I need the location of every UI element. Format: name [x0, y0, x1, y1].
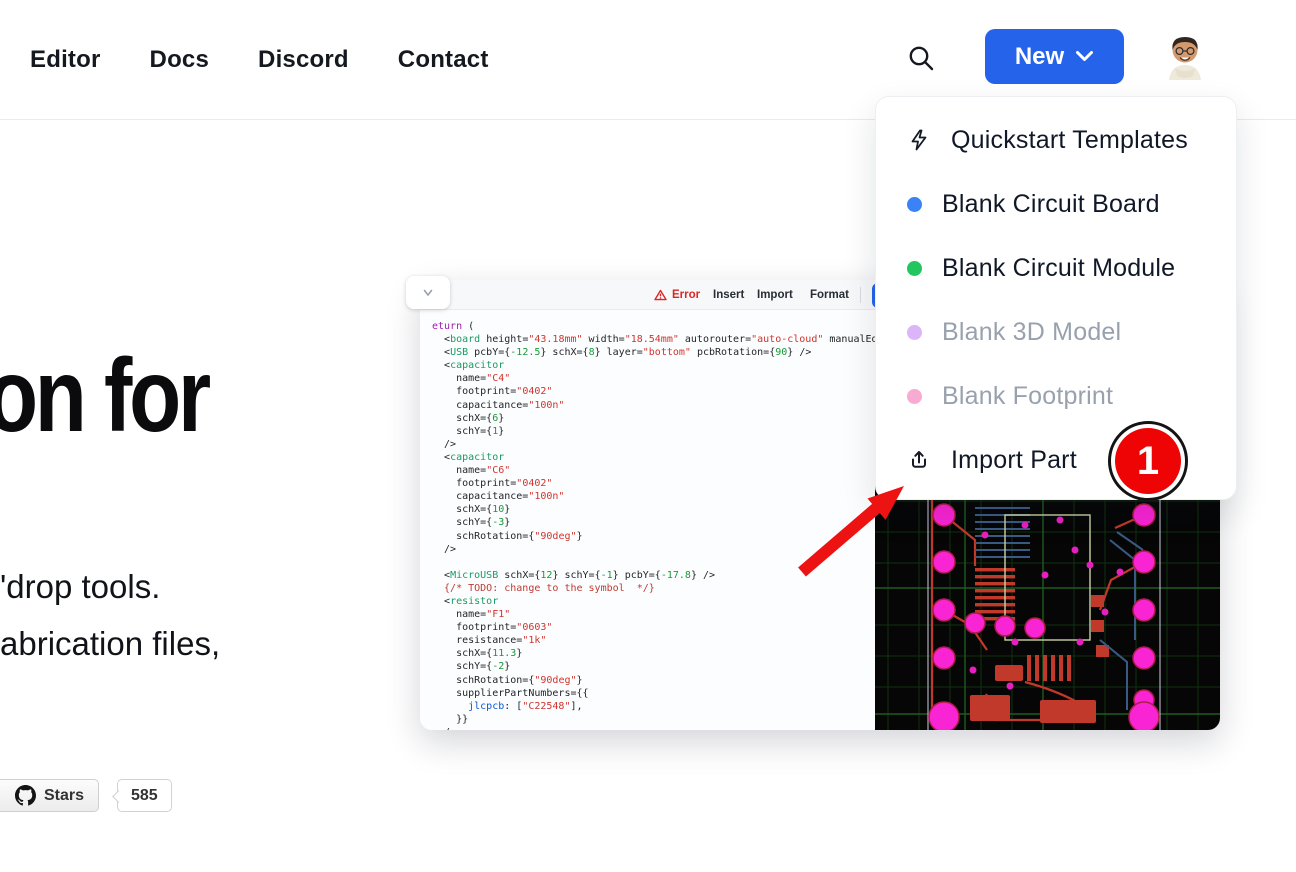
- bolt-icon: [907, 128, 931, 152]
- hero-paragraph-line-1: 'drop tools.: [0, 558, 220, 615]
- code-content: eturn ( <board height="43.18mm" width="1…: [432, 320, 875, 730]
- search-icon: [906, 43, 936, 73]
- new-button[interactable]: New: [985, 29, 1124, 84]
- chevron-down-icon: [1075, 50, 1094, 63]
- nav-link-contact[interactable]: Contact: [398, 46, 489, 74]
- menu-item-blank-3d-model[interactable]: Blank 3D Model: [876, 300, 1236, 364]
- code-editor-pane[interactable]: eturn ( <board height="43.18mm" width="1…: [420, 310, 875, 730]
- new-dropdown-menu: Quickstart Templates Blank Circuit Board…: [875, 96, 1237, 500]
- menu-item-blank-circuit-board[interactable]: Blank Circuit Board: [876, 172, 1236, 236]
- warning-icon: [654, 289, 667, 301]
- nav-link-discord[interactable]: Discord: [258, 46, 349, 74]
- green-dot-icon: [907, 261, 922, 276]
- hero-paragraph: 'drop tools. abrication files,: [0, 558, 220, 672]
- menu-item-label: Import Part: [951, 446, 1077, 475]
- menu-item-label: Quickstart Templates: [951, 126, 1188, 155]
- annotation-step-badge: 1: [1108, 421, 1188, 501]
- editor-corner-tab[interactable]: [406, 276, 450, 309]
- pink-dot-icon: [907, 389, 922, 404]
- menu-item-label: Blank Circuit Board: [942, 190, 1160, 219]
- toolbar-format-button[interactable]: Format: [810, 289, 849, 301]
- annotation-step-number: 1: [1115, 428, 1181, 494]
- hero-paragraph-line-2: abrication files,: [0, 615, 220, 672]
- toolbar-import-button[interactable]: Import: [757, 289, 793, 301]
- error-indicator[interactable]: Error: [654, 289, 700, 301]
- upload-icon: [907, 448, 931, 472]
- hero-heading-fragment: on for: [0, 344, 208, 448]
- nav-link-docs[interactable]: Docs: [150, 46, 210, 74]
- purple-dot-icon: [907, 325, 922, 340]
- menu-item-label: Blank Footprint: [942, 382, 1113, 411]
- menu-item-blank-footprint[interactable]: Blank Footprint: [876, 364, 1236, 428]
- nav-link-editor[interactable]: Editor: [30, 46, 101, 74]
- menu-item-blank-circuit-module[interactable]: Blank Circuit Module: [876, 236, 1236, 300]
- toolbar-insert-button[interactable]: Insert: [713, 289, 744, 301]
- stars-label: Stars: [44, 787, 84, 805]
- menu-item-label: Blank 3D Model: [942, 318, 1121, 347]
- github-icon: [15, 785, 36, 806]
- menu-item-quickstart-templates[interactable]: Quickstart Templates: [876, 108, 1236, 172]
- avatar-photo: [1161, 30, 1209, 80]
- new-button-label: New: [1015, 43, 1064, 71]
- search-button[interactable]: [903, 40, 939, 76]
- github-stars-button[interactable]: Stars: [0, 779, 99, 812]
- tiny-chevron-icon: [423, 289, 433, 297]
- toolbar-divider: [860, 287, 861, 303]
- github-star-count[interactable]: 585: [117, 779, 172, 812]
- error-label: Error: [672, 289, 700, 301]
- menu-item-label: Blank Circuit Module: [942, 254, 1175, 283]
- main-nav: Editor Docs Discord Contact: [30, 0, 489, 120]
- blue-dot-icon: [907, 197, 922, 212]
- user-avatar[interactable]: [1161, 30, 1209, 80]
